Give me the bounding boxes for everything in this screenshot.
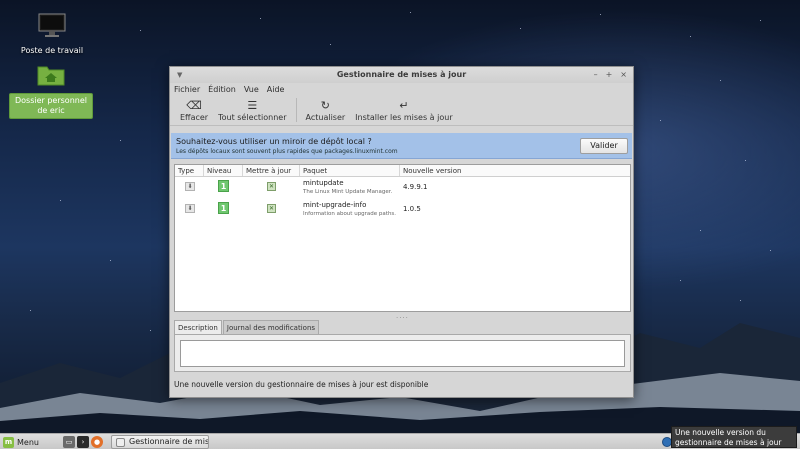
select-all-label: Tout sélectionner [218, 113, 287, 122]
home-folder-icon [37, 66, 65, 86]
tab-changelog[interactable]: Journal des modifications [222, 320, 320, 335]
column-header-package[interactable]: Paquet [300, 165, 400, 176]
update-manager-icon [116, 438, 125, 447]
enter-arrow-icon: ↵ [399, 99, 409, 112]
desktop-icon-label: Poste de travail [20, 46, 84, 55]
desktop-icon-computer[interactable]: Poste de travail [10, 12, 94, 56]
table-row[interactable]: ⬇ 1 ✕ mint-upgrade-info Information abou… [175, 199, 630, 221]
close-button[interactable]: × [620, 67, 627, 83]
download-icon: ⬇ [185, 204, 195, 213]
package-name: mintupdate [303, 179, 344, 187]
level-badge: 1 [218, 202, 229, 214]
menu-fichier[interactable]: Fichier [174, 83, 200, 96]
update-checkbox[interactable]: ✕ [267, 182, 276, 191]
download-icon: ⬇ [185, 182, 195, 191]
firefox-icon[interactable]: ● [91, 436, 103, 448]
column-header-version[interactable]: Nouvelle version [400, 165, 630, 176]
tab-description[interactable]: Description [174, 320, 222, 335]
desktop-icon-label: Dossier personnel de eric [9, 93, 93, 119]
package-version: 1.0.5 [403, 205, 421, 213]
column-header-update[interactable]: Mettre à jour [243, 165, 300, 176]
maximize-button[interactable]: + [606, 67, 613, 83]
package-name: mint-upgrade-info [303, 201, 367, 209]
taskbar-item-label: Gestionnaire de mise... [129, 437, 209, 446]
menu-aide[interactable]: Aide [267, 83, 285, 96]
menu-vue[interactable]: Vue [244, 83, 259, 96]
description-text-area[interactable] [180, 340, 625, 367]
document-icon: ☰ [247, 99, 258, 112]
taskbar-item-update-manager[interactable]: Gestionnaire de mise... [111, 435, 209, 449]
menu-edition[interactable]: Édition [208, 83, 236, 96]
refresh-icon: ↻ [320, 99, 330, 112]
level-badge: 1 [218, 180, 229, 192]
status-message: Une nouvelle version du gestionnaire de … [174, 380, 429, 389]
mirror-infobar: Souhaitez-vous utiliser un miroir de dép… [171, 133, 632, 159]
install-button[interactable]: ↵ Installer les mises à jour [350, 99, 457, 122]
details-panel [174, 334, 631, 372]
title-bar[interactable]: ▼ Gestionnaire de mises à jour – + × [170, 67, 633, 83]
toolbar: ⌫ Effacer ☰ Tout sélectionner ↻ Actualis… [170, 96, 633, 126]
table-row[interactable]: ⬇ 1 ✕ mintupdate The Linux Mint Update M… [175, 177, 630, 199]
update-checkbox[interactable]: ✕ [267, 204, 276, 213]
terminal-icon[interactable]: › [77, 436, 89, 448]
clear-button[interactable]: ⌫ Effacer [175, 99, 213, 122]
install-label: Installer les mises à jour [355, 113, 453, 122]
column-header-level[interactable]: Niveau [204, 165, 243, 176]
package-description: Information about upgrade paths. [303, 211, 397, 217]
desktop-icon-home[interactable]: Dossier personnel de eric [9, 63, 93, 119]
package-version: 4.9.9.1 [403, 183, 428, 191]
table-header: Type Niveau Mettre à jour Paquet Nouvell… [175, 165, 630, 177]
details-tabs: Description Journal des modifications [174, 320, 320, 335]
valider-button[interactable]: Valider [580, 138, 628, 154]
menu-button[interactable]: m Menu [3, 436, 39, 448]
window-title: Gestionnaire de mises à jour [336, 70, 467, 79]
clear-label: Effacer [180, 113, 209, 122]
eraser-icon: ⌫ [186, 99, 202, 112]
notification-tooltip: Une nouvelle version du gestionnaire de … [671, 426, 797, 449]
mint-logo-icon: m [3, 436, 14, 448]
column-header-type[interactable]: Type [175, 165, 204, 176]
select-all-button[interactable]: ☰ Tout sélectionner [213, 99, 291, 122]
pane-resize-handle[interactable]: ···· [396, 314, 409, 322]
update-manager-window: ▼ Gestionnaire de mises à jour – + × Fic… [169, 66, 634, 398]
menu-label: Menu [17, 437, 39, 447]
minimize-button[interactable]: – [594, 67, 598, 83]
window-menu-icon[interactable]: ▼ [177, 67, 182, 83]
package-description: The Linux Mint Update Manager. [303, 189, 393, 195]
updates-table: Type Niveau Mettre à jour Paquet Nouvell… [174, 164, 631, 312]
toolbar-separator [295, 98, 297, 122]
infobar-subtitle: Les dépôts locaux sont souvent plus rapi… [176, 148, 398, 155]
refresh-label: Actualiser [305, 113, 346, 122]
monitor-icon [38, 13, 66, 37]
show-desktop-icon[interactable]: ▭ [63, 436, 75, 448]
infobar-question: Souhaitez-vous utiliser un miroir de dép… [176, 137, 372, 146]
menu-bar: Fichier Édition Vue Aide [170, 83, 633, 96]
refresh-button[interactable]: ↻ Actualiser [301, 99, 351, 122]
